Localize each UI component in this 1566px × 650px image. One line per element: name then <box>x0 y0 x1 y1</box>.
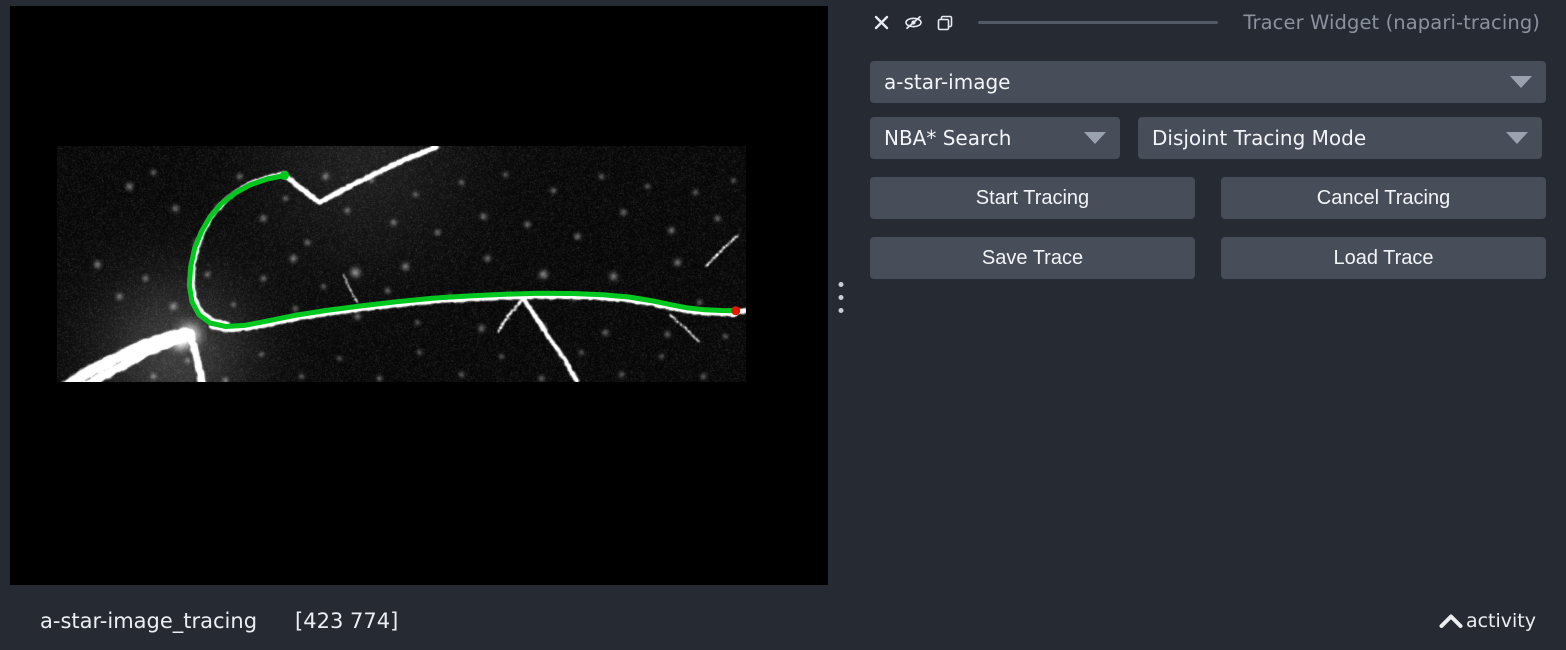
start-tracing-button[interactable]: Start Tracing <box>870 177 1195 219</box>
layer-select-value: a-star-image <box>884 70 1011 94</box>
tracing-action-row: Start Tracing Cancel Tracing <box>870 177 1546 219</box>
splitter-dot <box>838 295 844 300</box>
splitter-dot <box>838 282 844 287</box>
napari-window: Tracer Widget (napari-tracing) a-star-im… <box>0 0 1566 650</box>
search-algorithm-select[interactable]: NBA* Search <box>870 117 1120 159</box>
microscopy-image[interactable] <box>57 146 746 382</box>
splitter-dot <box>838 308 844 313</box>
layer-select-row: a-star-image <box>870 61 1546 103</box>
status-bar: a-star-image_tracing [423 774] activity <box>0 592 1566 650</box>
hide-icon[interactable] <box>900 10 926 36</box>
splitter-grip-dots <box>838 282 844 313</box>
chevron-down-icon <box>1510 76 1532 88</box>
tracing-mode-value: Disjoint Tracing Mode <box>1152 126 1367 150</box>
status-coordinates: [423 774] <box>295 609 399 633</box>
panel-splitter-handle[interactable] <box>832 0 850 592</box>
activity-button[interactable]: activity <box>1439 610 1536 632</box>
close-icon[interactable] <box>868 10 894 36</box>
tracing-mode-select[interactable]: Disjoint Tracing Mode <box>1138 117 1542 159</box>
dock-title: Tracer Widget (napari-tracing) <box>1243 11 1540 34</box>
dock-header-rule <box>978 21 1218 24</box>
float-icon[interactable] <box>932 10 958 36</box>
mode-select-row: NBA* Search Disjoint Tracing Mode <box>870 117 1546 159</box>
load-trace-button[interactable]: Load Trace <box>1221 237 1546 279</box>
cancel-tracing-button[interactable]: Cancel Tracing <box>1221 177 1546 219</box>
save-trace-button[interactable]: Save Trace <box>870 237 1195 279</box>
status-left: a-star-image_tracing [423 774] <box>0 609 398 633</box>
chevron-down-icon <box>1506 132 1528 144</box>
chevron-down-icon <box>1084 132 1106 144</box>
dock-body: a-star-image NBA* Search Disjoint Tracin… <box>850 45 1566 279</box>
dock-header: Tracer Widget (napari-tracing) <box>850 0 1566 45</box>
tracer-widget-dock: Tracer Widget (napari-tracing) a-star-im… <box>850 0 1566 592</box>
fluorescence-image <box>57 146 746 382</box>
viewer-area <box>0 0 838 592</box>
chevron-up-icon <box>1439 613 1463 629</box>
search-algorithm-value: NBA* Search <box>884 126 1012 150</box>
layer-select[interactable]: a-star-image <box>870 61 1546 103</box>
image-canvas[interactable] <box>10 6 828 585</box>
activity-label: activity <box>1465 610 1536 632</box>
trace-io-row: Save Trace Load Trace <box>870 237 1546 279</box>
status-layer-label: a-star-image_tracing <box>40 609 258 633</box>
